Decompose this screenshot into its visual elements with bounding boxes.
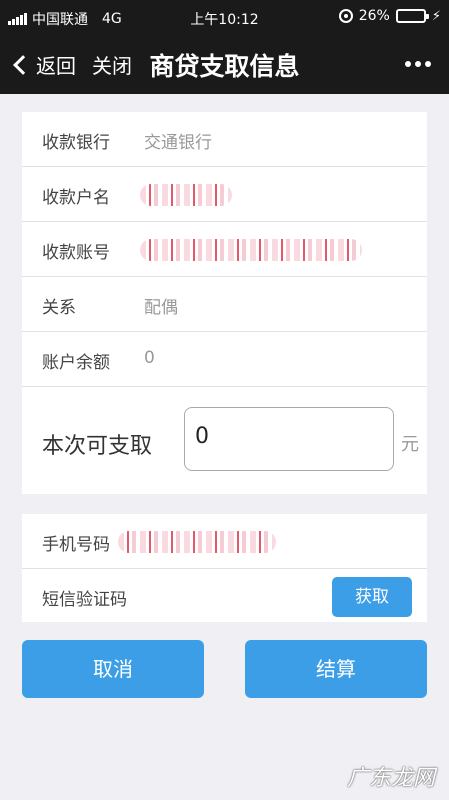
- battery-icon: [395, 9, 429, 23]
- cancel-button[interactable]: 取消: [22, 640, 204, 698]
- bank-value: 交通银行: [144, 133, 212, 153]
- sms-code-label: 短信验证码: [42, 590, 127, 610]
- verification-card: 手机号码 短信验证码 获取: [22, 514, 427, 622]
- phone-row: 手机号码: [22, 514, 427, 569]
- battery-percent: 26%: [358, 8, 390, 24]
- balance-value: 0: [144, 348, 155, 368]
- watermark-logo: 广东龙网: [346, 766, 435, 791]
- account-number-label: 收款账号: [42, 243, 110, 263]
- bank-label: 收款银行: [42, 133, 110, 153]
- relation-value: 配偶: [144, 298, 178, 318]
- relation-label: 关系: [42, 298, 76, 318]
- rotation-lock-icon: [338, 9, 353, 23]
- account-name-row: 收款户名: [22, 167, 427, 222]
- masked-account-number: [140, 239, 362, 261]
- balance-label: 账户余额: [42, 353, 110, 373]
- status-right: 26% ⚡: [338, 8, 441, 24]
- status-bar: 中国联通 4G 上午10:12 26% ⚡: [0, 0, 449, 36]
- withdraw-amount-input[interactable]: 0: [184, 407, 394, 471]
- account-number-row: 收款账号: [22, 222, 427, 277]
- nav-bar: 返回 关闭 商贷支取信息: [0, 36, 449, 94]
- masked-account-name: [140, 184, 232, 206]
- phone-label: 手机号码: [42, 535, 110, 555]
- account-name-label: 收款户名: [42, 188, 110, 208]
- withdrawal-info-card: 收款银行 交通银行 收款户名 收款账号 关系 配偶 账户余额 0 本次可支取 0…: [22, 112, 427, 494]
- charging-icon: ⚡: [431, 8, 441, 24]
- settle-button[interactable]: 结算: [245, 640, 427, 698]
- balance-row: 账户余额 0: [22, 332, 427, 387]
- more-options-icon[interactable]: [405, 61, 431, 67]
- relation-row: 关系 配偶: [22, 277, 427, 332]
- withdraw-amount-label: 本次可支取: [42, 434, 153, 459]
- page-title: 商贷支取信息: [149, 52, 300, 81]
- get-code-button[interactable]: 获取: [332, 577, 412, 617]
- masked-phone-number: [118, 531, 276, 553]
- amount-unit: 元: [401, 434, 419, 455]
- bank-row: 收款银行 交通银行: [22, 112, 427, 167]
